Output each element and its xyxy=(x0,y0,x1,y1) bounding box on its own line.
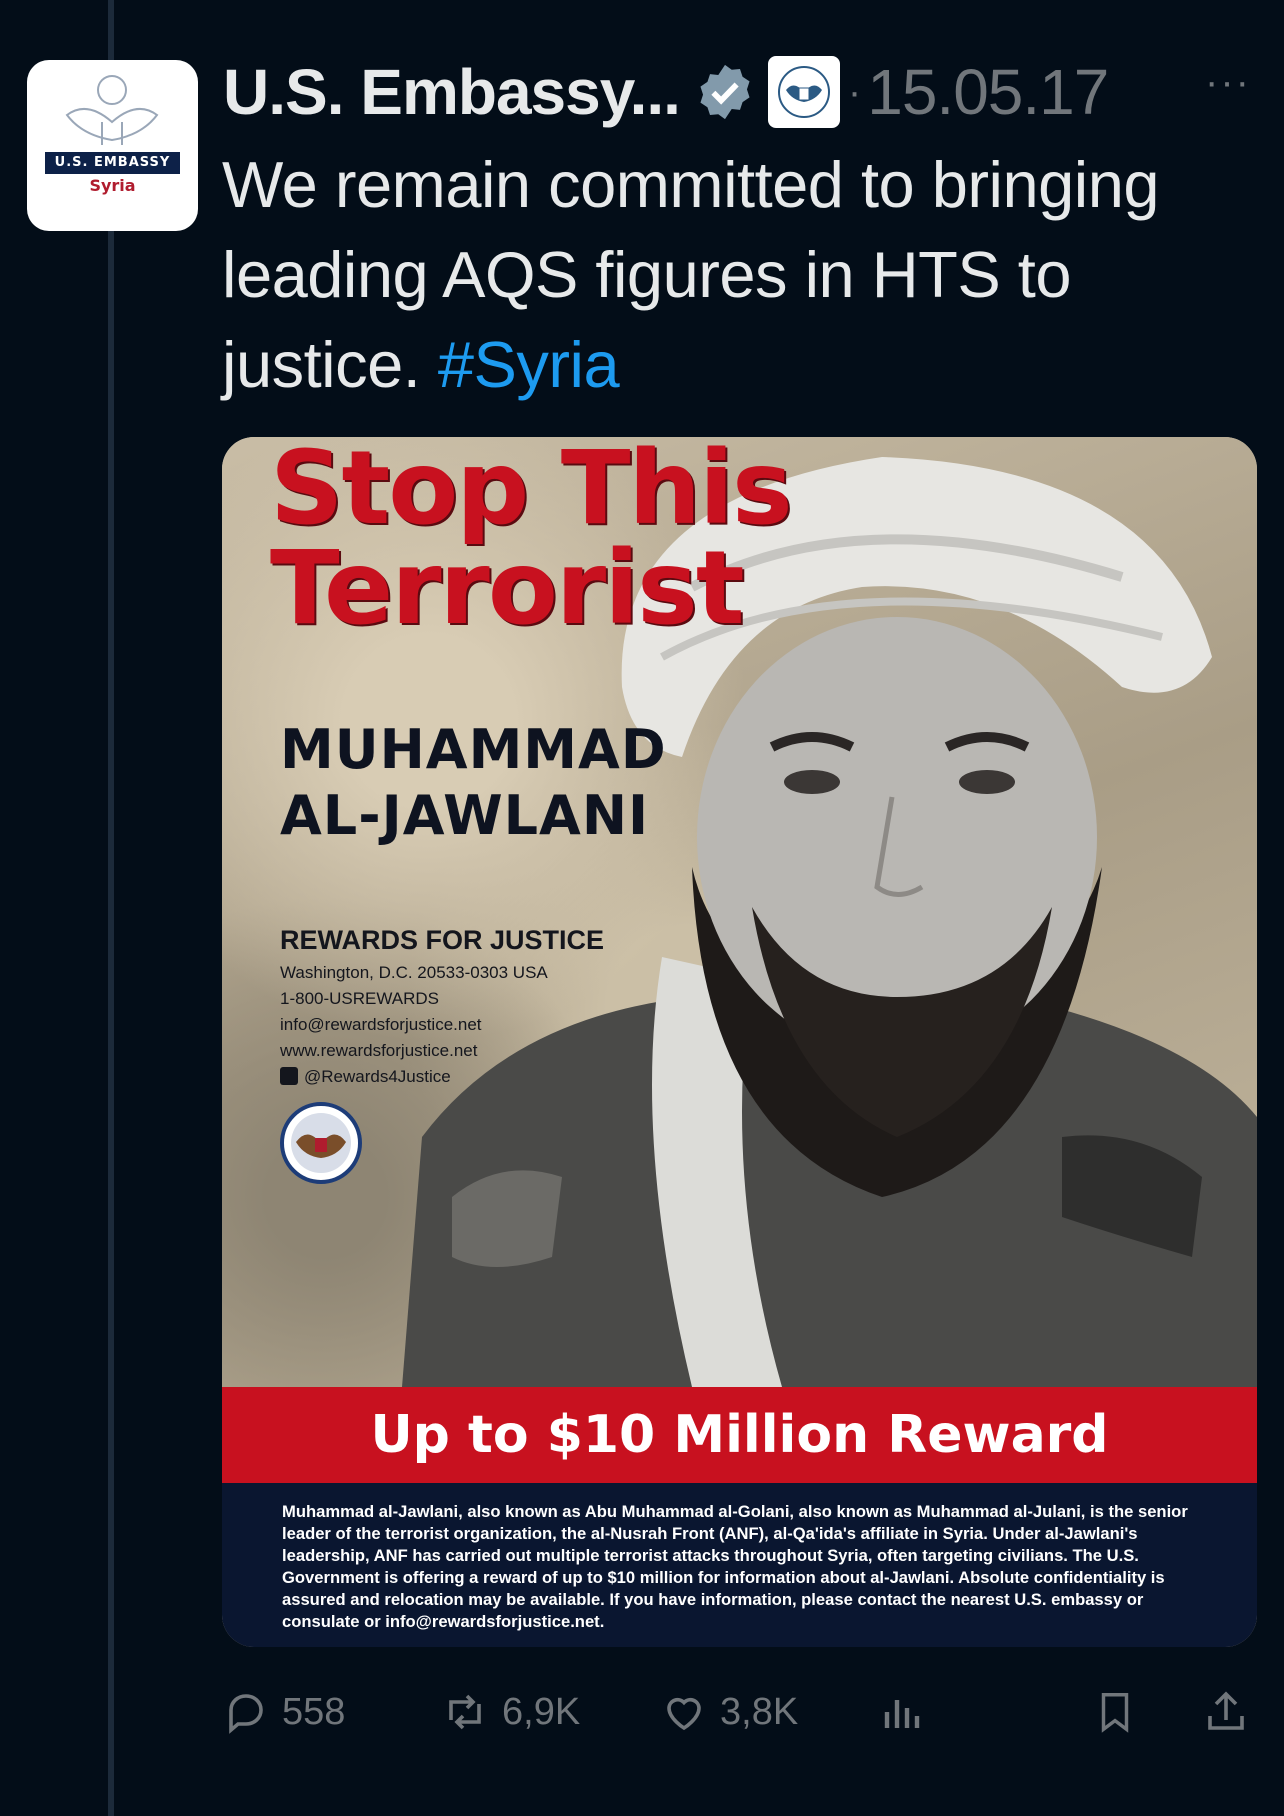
reply-count: 558 xyxy=(282,1690,346,1733)
tweet-header: U.S. Embassy... · 15.05.17 xyxy=(223,52,1254,132)
share-icon xyxy=(1208,1691,1244,1730)
tweet-body: We remain committed to bringing leading … xyxy=(222,148,1160,401)
hashtag-link[interactable]: #Syria xyxy=(438,328,620,401)
rewards-for-justice-contact: REWARDS FOR JUSTICE Washington, D.C. 205… xyxy=(280,925,604,1090)
heart-icon xyxy=(667,1697,701,1731)
rfj-twitter-row: @Rewards4Justice xyxy=(280,1064,604,1090)
repost-icon xyxy=(449,1694,481,1730)
bookmark-button[interactable] xyxy=(1092,1680,1150,1744)
tweet-media-image[interactable]: Stop This Terrorist MUHAMMAD AL-JAWLANI … xyxy=(222,437,1257,1647)
repost-count: 6,9K xyxy=(502,1690,581,1733)
reply-icon xyxy=(229,1694,263,1734)
rfj-email: info@rewardsforjustice.net xyxy=(280,1015,482,1034)
verified-badge-icon[interactable] xyxy=(694,61,756,123)
tweet-actions: 558 6,9K 3,8K xyxy=(222,1680,1262,1744)
like-button[interactable]: 3,8K xyxy=(660,1680,798,1744)
avatar-country-label: Syria xyxy=(89,176,136,195)
poster-name-line1: MUHAMMAD xyxy=(280,718,667,781)
rfj-address: Washington, D.C. 20533-0303 USA xyxy=(280,963,548,982)
rfj-phone: 1-800-USREWARDS xyxy=(280,989,440,1008)
author-name[interactable]: U.S. Embassy... xyxy=(223,55,681,129)
rfj-title: REWARDS FOR JUSTICE xyxy=(280,925,605,955)
rfj-website: www.rewardsforjustice.net xyxy=(280,1041,478,1060)
eagle-seal-icon xyxy=(777,66,830,118)
affiliation-badge[interactable] xyxy=(767,56,840,128)
reply-button[interactable]: 558 xyxy=(222,1680,345,1744)
like-count: 3,8K xyxy=(720,1690,799,1733)
poster-description: Muhammad al-Jawlani, also known as Abu M… xyxy=(222,1483,1257,1647)
tweet-date[interactable]: 15.05.17 xyxy=(867,55,1109,129)
thread-line xyxy=(108,0,114,1816)
analytics-icon xyxy=(884,1700,920,1728)
twitter-icon xyxy=(280,1067,298,1085)
avatar[interactable]: U.S. EMBASSY Syria xyxy=(27,60,198,231)
reward-banner: Up to $10 Million Reward xyxy=(222,1387,1257,1483)
poster-name-line2: AL-JAWLANI xyxy=(280,784,650,847)
eagle-emblem-icon xyxy=(65,75,159,145)
views-button[interactable] xyxy=(877,1680,937,1744)
repost-button[interactable]: 6,9K xyxy=(440,1680,580,1744)
poster-name: MUHAMMAD AL-JAWLANI xyxy=(280,717,667,849)
avatar-embassy-label: U.S. EMBASSY xyxy=(45,152,180,174)
poster-headline: Stop This Terrorist xyxy=(270,437,793,648)
rfj-twitter: @Rewards4Justice xyxy=(304,1067,451,1086)
bookmark-icon xyxy=(1101,1693,1129,1733)
more-options-button[interactable]: ··· xyxy=(1205,60,1251,105)
separator-dot: · xyxy=(847,69,862,114)
state-department-seal-icon xyxy=(280,1102,362,1184)
share-button[interactable] xyxy=(1202,1680,1262,1744)
tweet-text: We remain committed to bringing leading … xyxy=(222,140,1262,410)
